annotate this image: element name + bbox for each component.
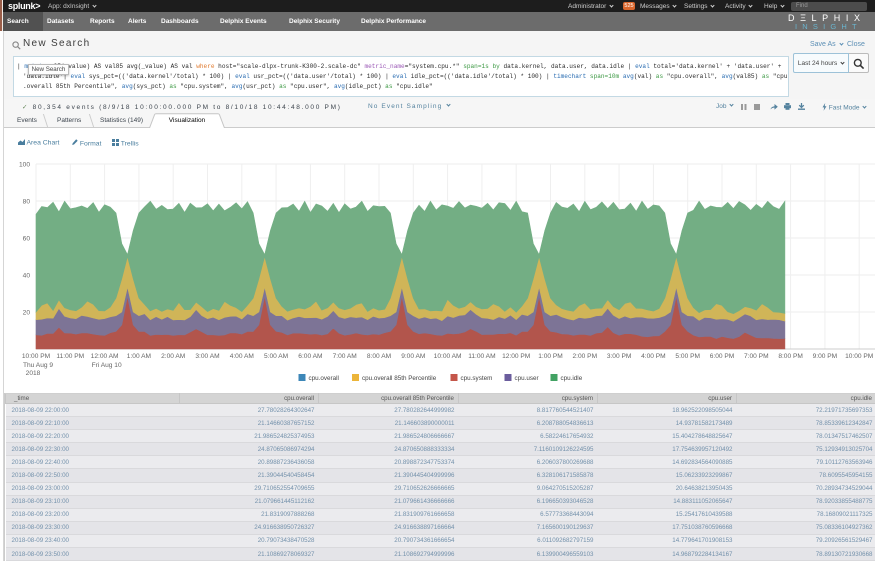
svg-text:9:00 AM: 9:00 AM <box>401 353 425 360</box>
svg-text:11:00 AM: 11:00 AM <box>468 353 495 360</box>
svg-text:3:00 PM: 3:00 PM <box>607 353 632 360</box>
svg-text:40: 40 <box>23 272 31 279</box>
svg-text:8:00 AM: 8:00 AM <box>367 353 391 360</box>
svg-text:80: 80 <box>23 198 31 205</box>
svg-text:Fri Aug 10: Fri Aug 10 <box>92 362 122 369</box>
svg-text:9:00 PM: 9:00 PM <box>813 353 838 360</box>
svg-text:2018: 2018 <box>26 370 41 377</box>
svg-text:7:00 AM: 7:00 AM <box>333 353 357 360</box>
svg-text:4:00 AM: 4:00 AM <box>230 353 254 360</box>
svg-text:100: 100 <box>19 161 30 168</box>
svg-text:1:00 PM: 1:00 PM <box>538 353 563 360</box>
svg-text:7:00 PM: 7:00 PM <box>744 353 769 360</box>
svg-text:5:00 AM: 5:00 AM <box>264 353 288 360</box>
svg-text:6:00 AM: 6:00 AM <box>298 353 322 360</box>
svg-text:Thu Aug 9: Thu Aug 9 <box>23 362 53 369</box>
svg-text:12:00 PM: 12:00 PM <box>502 353 530 360</box>
svg-text:3:00 AM: 3:00 AM <box>195 353 219 360</box>
svg-text:10:00 PM: 10:00 PM <box>845 353 873 360</box>
svg-text:8:00 PM: 8:00 PM <box>778 353 803 360</box>
svg-text:10:00 PM: 10:00 PM <box>22 353 50 360</box>
svg-text:cpu.overall 85th Percentile: cpu.overall 85th Percentile <box>362 375 437 382</box>
svg-text:cpu.user: cpu.user <box>515 375 539 382</box>
svg-text:60: 60 <box>23 235 31 242</box>
svg-text:cpu.idle: cpu.idle <box>561 375 583 382</box>
svg-text:12:00 AM: 12:00 AM <box>91 353 119 360</box>
svg-text:4:00 PM: 4:00 PM <box>641 353 666 360</box>
svg-text:2:00 PM: 2:00 PM <box>573 353 598 360</box>
svg-text:5:00 PM: 5:00 PM <box>675 353 700 360</box>
svg-text:1:00 AM: 1:00 AM <box>127 353 151 360</box>
svg-text:cpu.system: cpu.system <box>461 375 493 382</box>
svg-text:2:00 AM: 2:00 AM <box>161 353 185 360</box>
svg-text:11:00 PM: 11:00 PM <box>56 353 84 360</box>
svg-text:6:00 PM: 6:00 PM <box>710 353 735 360</box>
svg-text:cpu.overall: cpu.overall <box>309 375 339 382</box>
svg-text:20: 20 <box>23 309 31 316</box>
svg-text:10:00 AM: 10:00 AM <box>434 353 462 360</box>
